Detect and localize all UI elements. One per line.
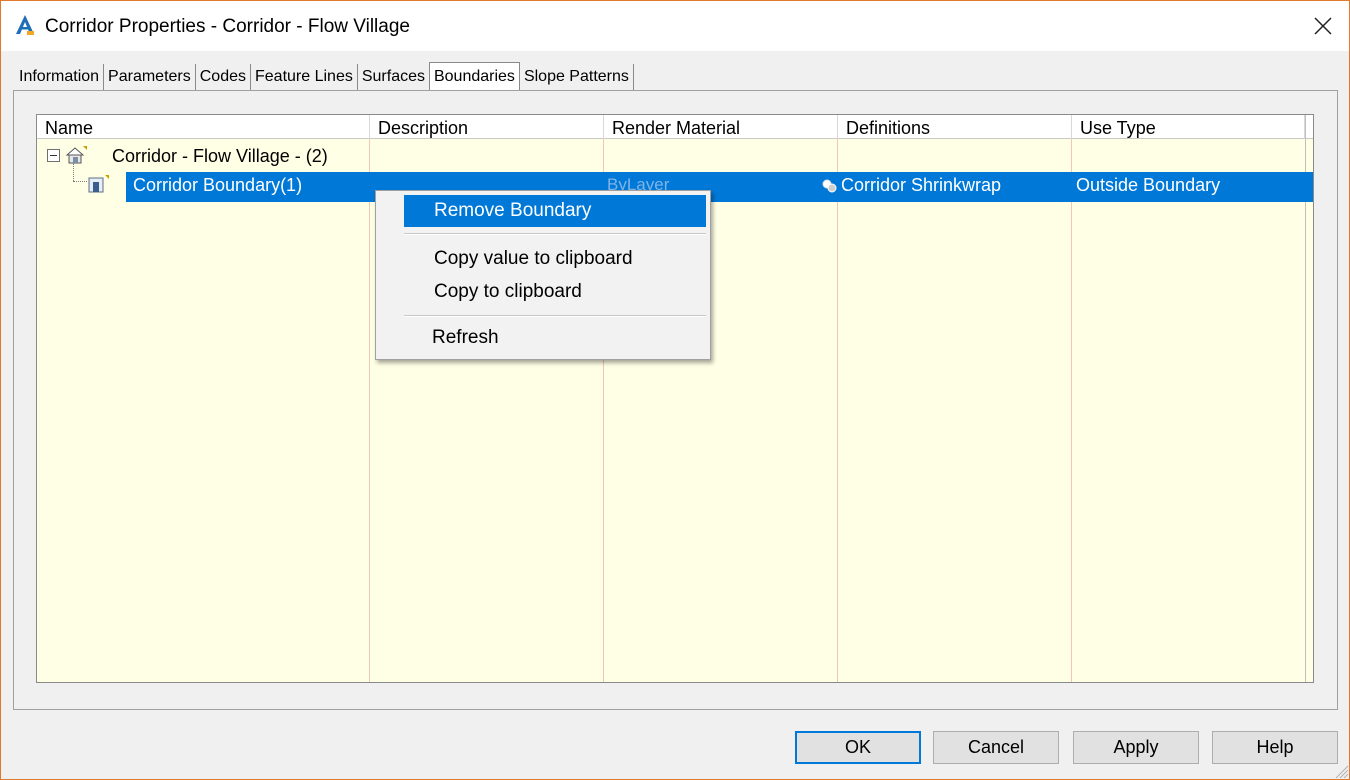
resize-grip-icon[interactable] <box>1331 761 1349 779</box>
tree-connector <box>73 163 74 181</box>
boundary-icon <box>88 175 109 193</box>
grid-header: Name Description Render Material Definit… <box>37 115 1313 139</box>
column-header-use-type[interactable]: Use Type <box>1072 115 1305 139</box>
tree-connector <box>73 181 87 182</box>
corridor-icon <box>65 146 87 164</box>
tab-parameters[interactable]: Parameters <box>104 64 196 90</box>
row-boundary-name[interactable]: Corridor Boundary(1) <box>133 175 302 196</box>
column-header-description[interactable]: Description <box>370 115 604 139</box>
tab-strip: Information Parameters Codes Feature Lin… <box>15 62 634 90</box>
tab-slope-patterns[interactable]: Slope Patterns <box>520 64 634 90</box>
help-button[interactable]: Help <box>1212 731 1338 764</box>
menu-item-copy-value[interactable]: Copy value to clipboard <box>404 243 706 275</box>
close-icon <box>1314 17 1332 35</box>
row-boundary-use-type[interactable]: Outside Boundary <box>1076 175 1220 196</box>
column-header-render-material[interactable]: Render Material <box>604 115 838 139</box>
close-button[interactable] <box>1297 1 1349 51</box>
row-boundary-definitions[interactable]: Corridor Shrinkwrap <box>841 175 1001 196</box>
cancel-button[interactable]: Cancel <box>933 731 1059 764</box>
tab-information[interactable]: Information <box>15 64 105 90</box>
tab-codes[interactable]: Codes <box>196 64 251 90</box>
column-header-name[interactable]: Name <box>37 115 370 139</box>
dialog-window: Corridor Properties - Corridor - Flow Vi… <box>0 0 1350 780</box>
tab-surfaces[interactable]: Surfaces <box>358 64 429 90</box>
apply-button[interactable]: Apply <box>1073 731 1199 764</box>
ok-button[interactable]: OK <box>795 731 921 764</box>
collapse-toggle[interactable] <box>47 149 60 162</box>
column-divider <box>837 139 838 682</box>
column-header-definitions[interactable]: Definitions <box>838 115 1072 139</box>
menu-item-refresh[interactable]: Refresh <box>404 322 706 354</box>
title-bar[interactable]: Corridor Properties - Corridor - Flow Vi… <box>1 1 1349 51</box>
menu-item-remove-boundary[interactable]: Remove Boundary <box>404 195 706 227</box>
context-menu: Remove Boundary Copy value to clipboard … <box>375 190 711 360</box>
autocad-civil3d-app-icon <box>16 15 34 35</box>
menu-separator <box>404 233 706 235</box>
menu-item-copy-to-clipboard[interactable]: Copy to clipboard <box>404 276 706 308</box>
material-picker-icon[interactable] <box>821 178 837 194</box>
menu-separator <box>404 315 706 317</box>
window-title: Corridor Properties - Corridor - Flow Vi… <box>45 16 410 37</box>
column-divider <box>1071 139 1072 682</box>
row-corridor-name[interactable]: Corridor - Flow Village - (2) <box>112 146 328 167</box>
tab-boundaries[interactable]: Boundaries <box>428 62 520 90</box>
tab-feature-lines[interactable]: Feature Lines <box>251 64 358 90</box>
column-divider <box>369 139 370 682</box>
